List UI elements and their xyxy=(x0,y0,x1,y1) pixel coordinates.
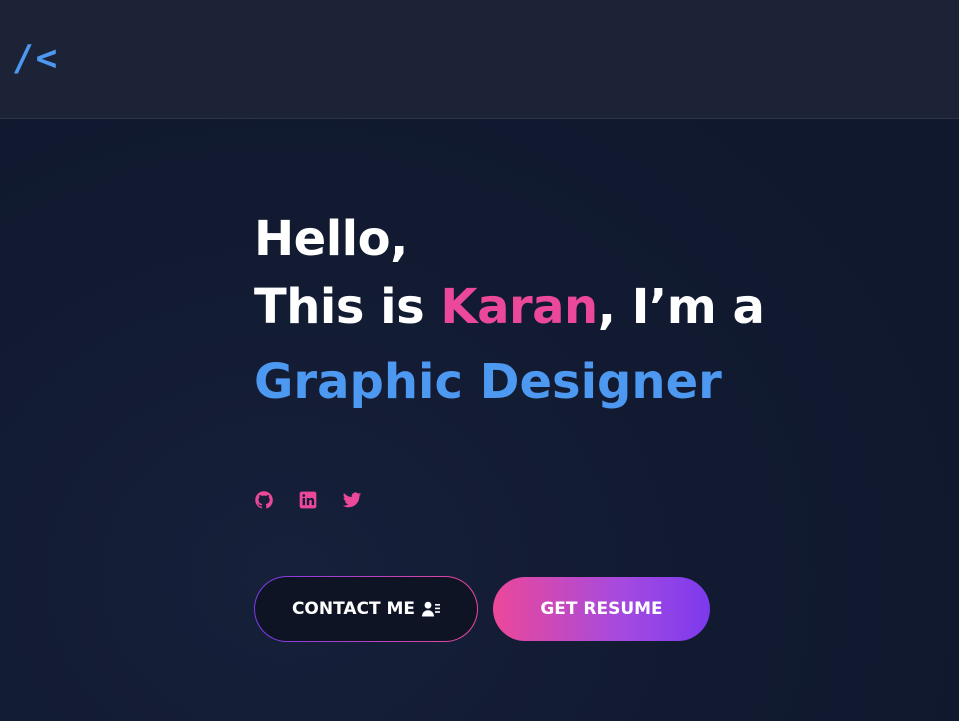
logo[interactable]: /< xyxy=(12,38,59,79)
social-links xyxy=(254,490,362,510)
contact-card-icon xyxy=(422,601,441,617)
navbar: /< xyxy=(0,0,959,119)
hero-name: Karan xyxy=(440,279,598,335)
hero-intro: This is Karan, I’m a xyxy=(254,273,874,341)
get-resume-button[interactable]: GET RESUME xyxy=(493,577,710,641)
get-resume-label: GET RESUME xyxy=(540,599,663,619)
hero-role: Graphic Designer xyxy=(254,354,722,410)
linkedin-icon[interactable] xyxy=(298,490,318,510)
intro-suffix: , I’m a xyxy=(597,279,765,335)
contact-me-button[interactable]: CONTACT ME xyxy=(254,576,478,642)
hero: Hello, This is Karan, I’m a Graphic Desi… xyxy=(254,205,874,413)
twitter-icon[interactable] xyxy=(342,490,362,510)
contact-me-label: CONTACT ME xyxy=(291,599,416,619)
github-icon[interactable] xyxy=(254,490,274,510)
intro-prefix: This is xyxy=(254,279,441,335)
hero-greeting: Hello, xyxy=(254,211,408,267)
